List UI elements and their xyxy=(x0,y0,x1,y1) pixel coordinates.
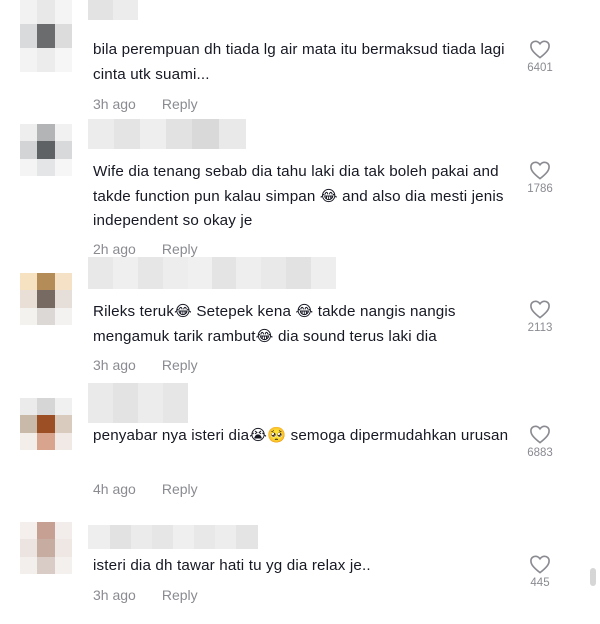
like-count: 2113 xyxy=(527,322,553,334)
heart-outline-icon[interactable] xyxy=(529,39,551,59)
comment-time: 3h ago xyxy=(93,357,136,373)
avatar[interactable] xyxy=(20,398,72,450)
heart-outline-icon[interactable] xyxy=(529,424,551,444)
like-button[interactable]: 6401 xyxy=(516,39,564,74)
like-button[interactable]: 445 xyxy=(516,554,564,589)
comment-text: Rileks teruk😂 Setepek kena 😂 takde nangi… xyxy=(93,303,456,345)
comment-meta: 4h ago Reply xyxy=(93,481,198,497)
comment-time: 4h ago xyxy=(93,481,136,497)
heart-outline-icon[interactable] xyxy=(529,160,551,180)
username-blurred[interactable] xyxy=(88,525,258,549)
avatar[interactable] xyxy=(20,273,72,325)
comment-meta: 3h ago Reply xyxy=(93,587,198,603)
comment-text: penyabar nya isteri dia😭🥺 semoga dipermu… xyxy=(93,427,509,444)
comment-time: 3h ago xyxy=(93,587,136,603)
reply-button[interactable]: Reply xyxy=(162,241,198,257)
like-button[interactable]: 1786 xyxy=(516,160,564,195)
like-count: 445 xyxy=(530,577,550,589)
avatar[interactable] xyxy=(20,522,72,574)
comment-time: 3h ago xyxy=(93,96,136,112)
username-blurred[interactable] xyxy=(88,257,336,289)
reply-button[interactable]: Reply xyxy=(162,96,198,112)
heart-outline-icon[interactable] xyxy=(529,554,551,574)
comment-text: bila perempuan dh tiada lg air mata itu … xyxy=(93,41,505,83)
comment-meta: 3h ago Reply xyxy=(93,357,198,373)
username-blurred[interactable] xyxy=(88,119,246,149)
heart-outline-icon[interactable] xyxy=(529,299,551,319)
reply-button[interactable]: Reply xyxy=(162,587,198,603)
scrollbar-thumb[interactable] xyxy=(590,568,596,586)
comment-meta: 2h ago Reply xyxy=(93,241,198,257)
username-blurred[interactable] xyxy=(88,0,138,20)
avatar[interactable] xyxy=(20,124,72,176)
comment-meta: 3h ago Reply xyxy=(93,96,198,112)
like-button[interactable]: 2113 xyxy=(516,299,564,334)
comment-time: 2h ago xyxy=(93,241,136,257)
reply-button[interactable]: Reply xyxy=(162,357,198,373)
reply-button[interactable]: Reply xyxy=(162,481,198,497)
like-count: 6401 xyxy=(527,62,553,74)
comment-text: isteri dia dh tawar hati tu yg dia relax… xyxy=(93,557,371,574)
avatar[interactable] xyxy=(20,0,72,72)
comment-text: Wife dia tenang sebab dia tahu laki dia … xyxy=(93,163,504,229)
like-button[interactable]: 6883 xyxy=(516,424,564,459)
username-blurred[interactable] xyxy=(88,383,188,423)
like-count: 6883 xyxy=(527,447,553,459)
like-count: 1786 xyxy=(527,183,553,195)
